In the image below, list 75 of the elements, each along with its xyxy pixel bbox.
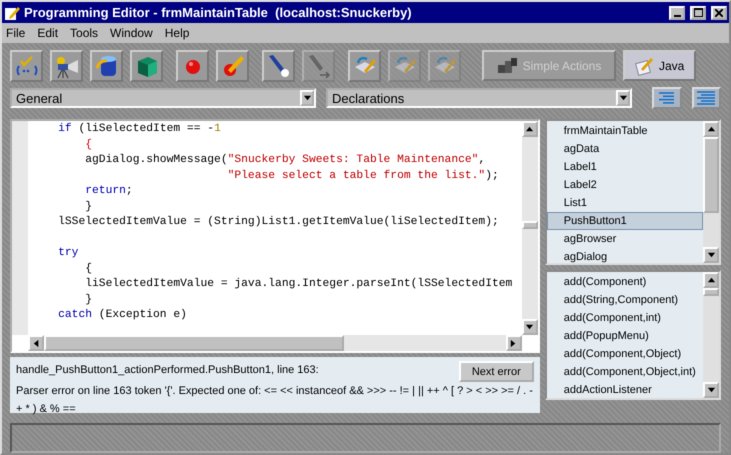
close-icon (715, 8, 723, 16)
toolbar-button[interactable] (50, 50, 83, 82)
scroll-down-icon[interactable] (706, 250, 716, 260)
object-dropdown[interactable]: General (10, 88, 316, 108)
scroll-up-icon[interactable] (706, 124, 716, 134)
scroll-left-icon[interactable] (32, 338, 40, 348)
object-list-item[interactable]: agDialog (546, 248, 703, 266)
code-line: { (84, 262, 94, 276)
vertical-scrollbar[interactable] (703, 272, 719, 398)
code-line: { (84, 138, 94, 152)
procedure-dropdown[interactable]: Declarations (326, 88, 632, 108)
object-list-item[interactable]: agBrowser (546, 230, 703, 248)
method-list-item[interactable]: add(Component) (546, 273, 703, 291)
code-line: } (84, 200, 94, 214)
lines-icon (696, 91, 716, 105)
error-location: handle_PushButton1_actionPerformed.PushButton1, line 163: (16, 363, 320, 378)
code-line: catch (Exception e) (57, 308, 188, 323)
maximize-button[interactable] (690, 6, 706, 20)
object-list-item[interactable]: agData (546, 140, 703, 158)
code-line: agDialog.showMessage("Snuckerby Sweets: Table Maintenance", (84, 153, 486, 168)
scroll-up-icon[interactable] (525, 124, 534, 134)
view-button[interactable] (652, 87, 682, 109)
object-list-item[interactable]: List1 (546, 194, 703, 212)
notepad-pencil-icon (4, 4, 20, 20)
object-list-item[interactable]: Label2 (546, 176, 703, 194)
dropdown-arrow-icon[interactable] (302, 94, 312, 102)
menu-item[interactable]: File (6, 26, 26, 40)
next-error-button[interactable]: Next error (458, 361, 534, 382)
menu-item[interactable]: Help (164, 26, 190, 40)
minimize-icon (674, 14, 680, 16)
lines-icon (656, 91, 677, 105)
scroll-down-icon[interactable] (525, 322, 534, 332)
object-list-item[interactable]: Label1 (546, 158, 703, 176)
scroll-thumb[interactable] (522, 221, 538, 229)
code-editor[interactable] (10, 119, 540, 353)
method-list-item[interactable]: add(Component,Object) (546, 345, 703, 363)
toolbar-button[interactable] (90, 50, 123, 82)
horizontal-scrollbar[interactable] (28, 335, 522, 351)
toolbar-button[interactable] (262, 50, 295, 82)
vertical-scrollbar[interactable] (522, 121, 538, 335)
method-list-item[interactable]: add(PopupMenu) (546, 327, 703, 345)
code-line: if (liSelectedItem == -1 (57, 122, 222, 137)
mode-button[interactable]: Java (623, 50, 696, 81)
code-line: return; (84, 184, 134, 199)
code-line: } (84, 292, 94, 308)
maximize-icon (694, 8, 702, 17)
code-line: try (57, 246, 80, 261)
scroll-up-icon[interactable] (706, 276, 716, 284)
pencil-page-icon (635, 56, 655, 76)
object-list-item[interactable]: PushButton1 (546, 212, 703, 230)
code-line: lSSelectedItemValue = (String)List1.getItemValue(liSelectedItem); (57, 215, 500, 230)
method-list-item[interactable]: addActionListener (546, 381, 703, 399)
dropdown-arrow-icon[interactable] (618, 94, 628, 102)
menu-item[interactable]: Window (110, 26, 153, 40)
code-line: "Please select a table from the list."); (226, 168, 500, 184)
scroll-thumb[interactable] (44, 335, 344, 351)
toolbar-button[interactable] (130, 50, 163, 82)
scroll-thumb[interactable] (703, 137, 719, 213)
scroll-down-icon[interactable] (706, 386, 716, 394)
scroll-thumb[interactable] (703, 288, 719, 296)
blocks-icon (496, 56, 519, 74)
view-button[interactable] (692, 87, 721, 109)
method-list-item[interactable]: add(String,Component) (546, 291, 703, 309)
close-button[interactable] (711, 6, 727, 20)
menu-item[interactable]: Tools (70, 26, 98, 40)
menu-item[interactable]: Edit (37, 26, 58, 40)
toolbar-button[interactable] (10, 50, 43, 82)
minimize-button[interactable] (669, 6, 685, 20)
vertical-scrollbar[interactable] (703, 121, 719, 263)
method-list-item[interactable]: add(Component,Object,int) (546, 363, 703, 381)
object-list-item[interactable]: frmMaintainTable (546, 122, 703, 140)
method-list-item[interactable]: add(Component,int) (546, 309, 703, 327)
error-message: Parser error on line 163 token '{'. Expected one of: <= << instanceof && >>> -- != | || ++ ^ [ ? > < >> >= / . - + * ) & % == (16, 384, 534, 417)
code-line: liSelectedItemValue = java.lang.Integer.parseInt(lSSelectedItem (84, 277, 514, 292)
window-title: Programming Editor - frmMaintainTable (localhost:Snuckerby) (24, 5, 413, 20)
